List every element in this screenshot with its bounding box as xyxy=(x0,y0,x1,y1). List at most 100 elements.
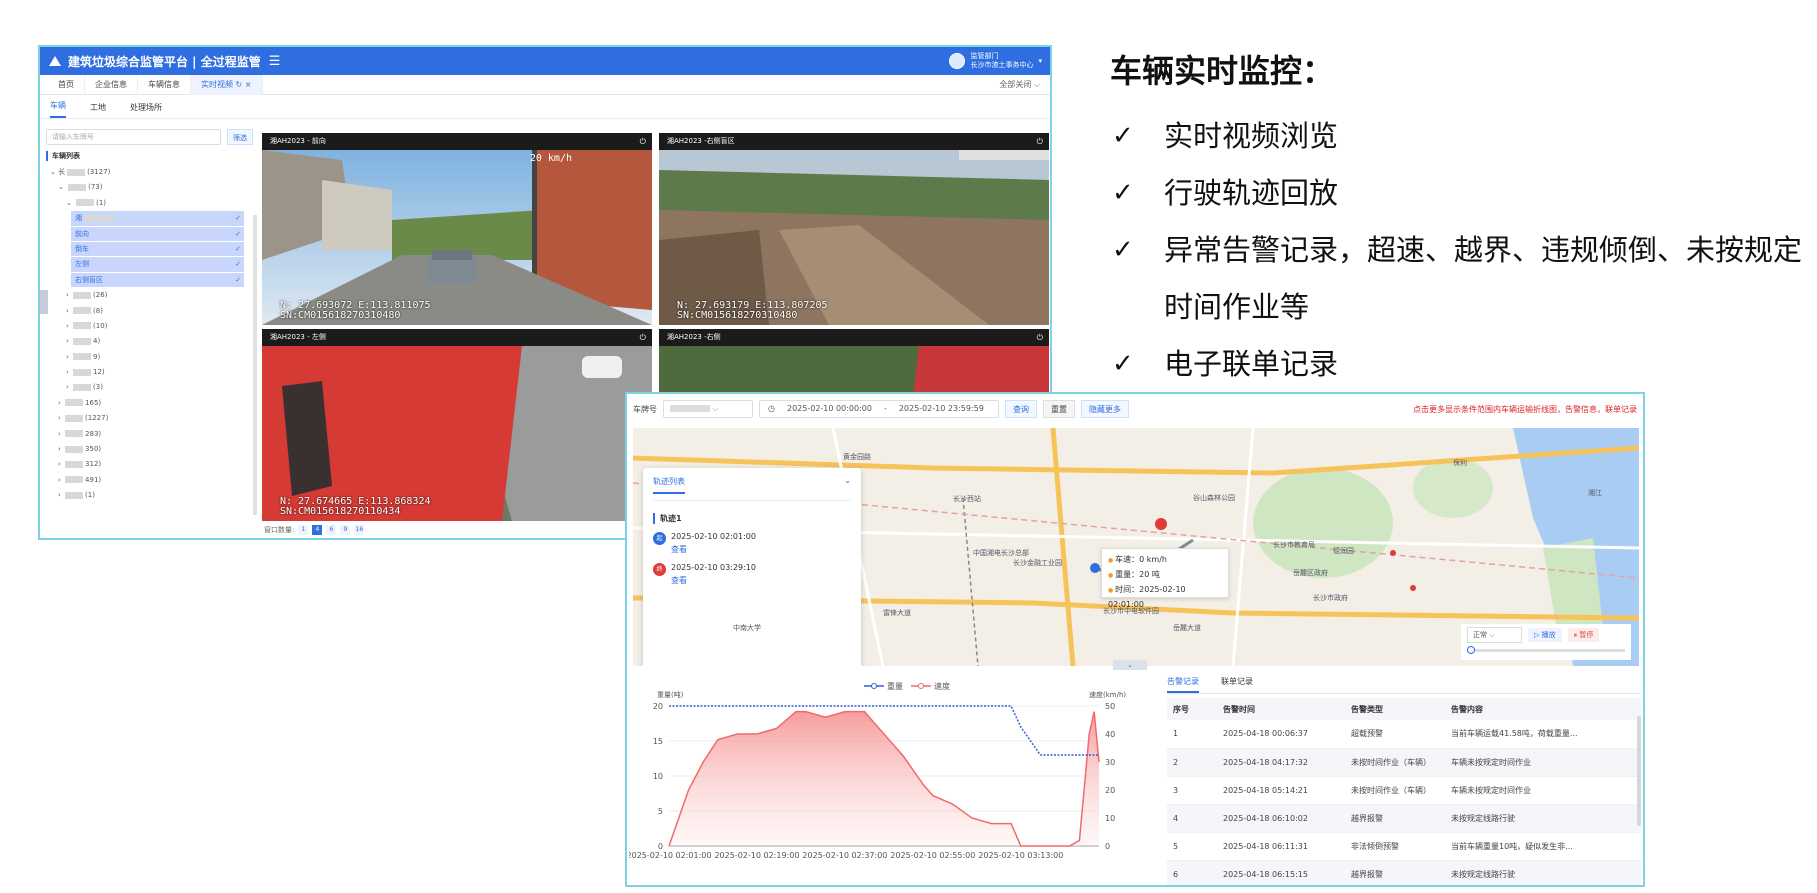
view-link[interactable]: 查看 xyxy=(671,544,756,555)
check-icon: ✓ xyxy=(1112,121,1134,151)
camera-reverse[interactable]: 倒车 xyxy=(71,241,244,258)
user-menu[interactable]: 监管部门 长沙市渣土事务中心 ▾ xyxy=(949,52,1042,70)
tab-home[interactable]: 首页 xyxy=(48,74,85,95)
tree-node[interactable]: ⌄ 长 (3127) xyxy=(46,165,258,180)
tree-node[interactable]: ⌄ (73) xyxy=(46,180,258,195)
power-icon[interactable]: ⏻ xyxy=(640,133,646,150)
refresh-icon[interactable]: ↻ xyxy=(236,80,243,89)
cell-time: 2025-04-18 00:06:37 xyxy=(1217,720,1345,749)
cell-time: 2025-04-18 04:17:32 xyxy=(1217,748,1345,777)
table-row[interactable]: 4 2025-04-18 06:10:02 越界报警 未按规定线路行驶 xyxy=(1167,804,1641,833)
video-title: 湘AH2023 -右侧盲区 xyxy=(667,137,735,145)
tree-node[interactable]: › 491) xyxy=(46,473,258,488)
table-row[interactable]: 6 2025-04-18 06:15:15 越界报警 未按规定线路行驶 xyxy=(1167,860,1641,885)
reset-button[interactable]: 重置 xyxy=(1043,400,1075,418)
tree-node[interactable]: › 350) xyxy=(46,442,258,457)
video-title: 湘AH2023 - 左侧 xyxy=(270,333,326,341)
query-button[interactable]: 查询 xyxy=(1005,400,1037,418)
table-row[interactable]: 1 2025-04-18 00:06:37 超载预警 当前车辆运载41.58吨，荷载重… xyxy=(1167,720,1641,749)
panel-collapse-handle[interactable] xyxy=(40,290,48,314)
start-marker-icon: 起 xyxy=(653,532,666,545)
view-link[interactable]: 查看 xyxy=(671,575,756,586)
cell-no: 3 xyxy=(1167,776,1217,805)
power-icon[interactable]: ⏻ xyxy=(640,329,646,346)
power-icon[interactable]: ⏻ xyxy=(1037,133,1043,150)
close-all-tabs[interactable]: 全部关闭 ⌵ xyxy=(999,79,1050,90)
cell-no: 5 xyxy=(1167,832,1217,861)
tree-node[interactable]: › 283) xyxy=(46,427,258,442)
camera-right-blind[interactable]: 右侧盲区 xyxy=(71,272,244,289)
tab-manifest-records[interactable]: 联单记录 xyxy=(1221,676,1253,693)
table-row[interactable]: 5 2025-04-18 06:11:31 非法倾倒预警 当前车辆重量10吨，疑似发生… xyxy=(1167,832,1641,861)
alarm-table-scrollbar[interactable] xyxy=(1637,716,1641,826)
track-map[interactable]: 轨迹列表 ⌄ 轨迹1 起 2025-02-10 02:01:00 查看 终 2025… xyxy=(633,428,1639,666)
legend-swatch-speed-dot xyxy=(918,683,924,689)
tree-node[interactable]: › (26) xyxy=(46,288,258,303)
subtab-site[interactable]: 工地 xyxy=(90,102,106,118)
tree-node[interactable]: › (8) xyxy=(46,304,258,319)
tree-node[interactable]: › 12) xyxy=(46,365,258,380)
video-window-left[interactable]: 湘AH2023 - 左侧 ⏻ N: 27.674665 E:113.868324 S… xyxy=(262,329,652,521)
tree-node[interactable]: › (1) xyxy=(46,488,258,503)
tree-node[interactable]: › (3) xyxy=(46,380,258,395)
tab-realtime-video-label: 实时视频 xyxy=(201,79,233,89)
playback-speed-select[interactable]: 正常 ⌵ xyxy=(1467,627,1522,643)
tree-node[interactable]: › (10) xyxy=(46,319,258,334)
video-window-front[interactable]: 湘AH2023 - 前向 ⏻ 20 km/h N: 27.693072 E:113… xyxy=(262,133,652,325)
tree-node[interactable]: › 9) xyxy=(46,350,258,365)
play-button[interactable]: ▷ 播放 xyxy=(1528,628,1562,642)
playback-progress-slider[interactable] xyxy=(1467,646,1625,654)
subtab-vehicle[interactable]: 车辆 xyxy=(50,100,66,118)
table-row[interactable]: 3 2025-04-18 05:14:21 未按时间作业（车辆） 车辆未按规定时间作业 xyxy=(1167,776,1641,805)
slider-knob[interactable] xyxy=(1467,646,1475,654)
video-window-right-blind[interactable]: 湘AH2023 -右侧盲区 ⏻ N: 27.693179 E:113.807205… xyxy=(659,133,1049,325)
camera-left[interactable]: 左侧 xyxy=(71,257,244,273)
tree-node[interactable]: › (1227) xyxy=(46,411,258,426)
hide-more-button[interactable]: 隐藏更多 xyxy=(1081,400,1129,418)
tree-scrollbar[interactable] xyxy=(253,215,257,515)
window-count-option[interactable]: 1 xyxy=(298,525,309,535)
close-icon[interactable]: × xyxy=(245,80,252,89)
collapse-map-toggle[interactable]: ⌄ xyxy=(1113,660,1147,670)
menu-toggle-icon[interactable]: ☰ xyxy=(269,54,281,69)
plate-search-input[interactable]: 请输入车牌号 xyxy=(46,129,221,145)
hint-text: 点击更多显示条件范围内车辆运输折线图，告警信息，联单记录 xyxy=(1413,404,1637,414)
app-header: 建筑垃圾综合监管平台 | 全过程监管 ☰ 监管部门 长沙市渣土事务中心 ▾ xyxy=(40,47,1050,75)
cell-content: 当前车辆运载41.58吨，荷载重量... xyxy=(1445,720,1641,749)
filter-button[interactable]: 筛选 xyxy=(227,129,253,145)
feature-item: ✓ 行驶轨迹回放 xyxy=(1110,165,1810,222)
window-count-option[interactable]: 16 xyxy=(354,525,365,535)
col-header-content: 告警内容 xyxy=(1445,698,1641,720)
tree-node[interactable]: › 312) xyxy=(46,457,258,472)
chevron-down-icon[interactable]: ⌄ xyxy=(844,476,851,494)
pause-button[interactable]: ⏸ 暂停 xyxy=(1567,628,1600,642)
page-tabs: 首页 企业信息 车辆信息 实时视频 ↻ × 全部关闭 ⌵ xyxy=(40,74,1050,95)
tab-company-info[interactable]: 企业信息 xyxy=(85,74,138,95)
camera-front[interactable]: 前向 xyxy=(71,226,244,242)
window-count-option[interactable]: 6 xyxy=(326,525,337,535)
date-range-picker[interactable]: ◷ 2025-02-10 00:00:00 - 2025-02-10 23:59… xyxy=(759,400,999,418)
track-list-panel: 轨迹列表 ⌄ 轨迹1 起 2025-02-10 02:01:00 查看 终 2025… xyxy=(643,468,861,666)
tab-alarm-records[interactable]: 告警记录 xyxy=(1167,676,1199,693)
tab-vehicle-info[interactable]: 车辆信息 xyxy=(138,74,191,95)
cell-type: 未按时间作业（车辆） xyxy=(1345,776,1445,805)
x-tick-label: 2025-02-10 02:19:00 xyxy=(714,851,799,860)
window-count-option[interactable]: 9 xyxy=(340,525,351,535)
plate-select[interactable]: ⌵ xyxy=(663,400,753,418)
cell-type: 非法倾倒预警 xyxy=(1345,832,1445,861)
tree-node[interactable]: › 165) xyxy=(46,396,258,411)
subtab-disposal[interactable]: 处理场所 xyxy=(130,102,162,118)
date-end: 2025-02-10 23:59:59 xyxy=(898,404,984,413)
tree-node[interactable]: ⌄ (1) xyxy=(46,196,258,211)
tab-realtime-video[interactable]: 实时视频 ↻ × xyxy=(191,74,263,95)
tree-node[interactable]: › 4) xyxy=(46,334,258,349)
platform-logo-icon xyxy=(49,56,61,66)
map-label: 德润园 xyxy=(1333,547,1354,555)
tree-node-selected[interactable]: 湘 xyxy=(71,211,244,227)
map-label: 长沙市中电软件园 xyxy=(1103,607,1159,615)
clock-icon: ◷ xyxy=(768,404,775,413)
power-icon[interactable]: ⏻ xyxy=(1037,329,1043,346)
feature-item: ✓ 异常告警记录，超速、越界、违规倾倒、未按规定时间作业等 xyxy=(1110,222,1810,336)
table-row[interactable]: 2 2025-04-18 04:17:32 未按时间作业（车辆） 车辆未按规定时间作业 xyxy=(1167,748,1641,777)
window-count-option-active[interactable]: 4 xyxy=(312,525,323,535)
